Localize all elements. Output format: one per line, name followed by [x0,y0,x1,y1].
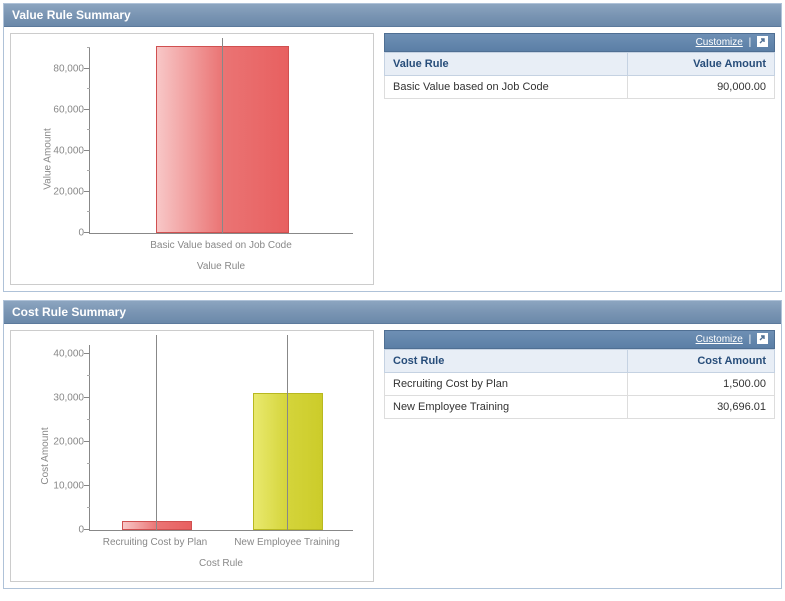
chart-ytick-label: 0 [78,525,84,536]
customize-link[interactable]: Customize [696,334,743,345]
chart-ytick-label: 10,000 [53,480,84,491]
chart-xticks: Cost Rule Recruiting Cost by Plan New Emp… [89,533,353,573]
cell-amount: 90,000.00 [628,76,775,99]
chart-ytick-label: 0 [78,228,84,239]
section-header: Cost Rule Summary [4,301,781,324]
table-toolbar: Customize | [384,33,775,52]
chart-xlabel: Cost Rule [199,558,243,569]
cell-rule: New Employee Training [385,396,628,419]
popout-icon[interactable] [757,334,768,345]
chart-xticks: Value Rule Basic Value based on Job Code [89,236,353,276]
cost-rule-summary-section: Cost Rule Summary Cost Amount 010,00020,… [3,300,782,589]
customize-link[interactable]: Customize [696,37,743,48]
chart-ytick-label: 30,000 [53,392,84,403]
chart-ytick-label: 40,000 [53,348,84,359]
section-body: Value Amount 020,00040,00060,00080,000 V… [4,27,781,291]
chart-ytick-label: 80,000 [53,63,84,74]
chart-plot-area: 020,00040,00060,00080,000 [89,48,353,234]
table-row: Recruiting Cost by Plan1,500.00 [385,373,775,396]
cost-chart: Cost Amount 010,00020,00030,00040,000 Co… [10,330,374,582]
value-table: Value Rule Value Amount Basic Value base… [384,52,775,99]
section-header: Value Rule Summary [4,4,781,27]
cell-amount: 1,500.00 [628,373,775,396]
cell-rule: Basic Value based on Job Code [385,76,628,99]
cost-table-wrap: Customize | Cost Rule Cost Amount Recrui… [384,330,775,582]
value-table-body: Basic Value based on Job Code90,000.00 [385,76,775,99]
popout-icon[interactable] [757,37,768,48]
col-header-amount[interactable]: Value Amount [628,53,775,76]
chart-bar [156,46,290,233]
value-rule-summary-section: Value Rule Summary Value Amount 020,0004… [3,3,782,292]
chart-ytick-label: 20,000 [53,186,84,197]
chart-ytick-label: 60,000 [53,104,84,115]
cell-amount: 30,696.01 [628,396,775,419]
cost-table-body: Recruiting Cost by Plan1,500.00New Emplo… [385,373,775,419]
value-table-wrap: Customize | Value Rule Value Amount Basi… [384,33,775,285]
section-body: Cost Amount 010,00020,00030,00040,000 Co… [4,324,781,588]
table-row: Basic Value based on Job Code90,000.00 [385,76,775,99]
cell-rule: Recruiting Cost by Plan [385,373,628,396]
table-toolbar: Customize | [384,330,775,349]
chart-ytick-label: 20,000 [53,436,84,447]
chart-ylabel: Cost Amount [40,427,51,484]
section-title: Cost Rule Summary [12,305,126,319]
chart-xlabel: Value Rule [197,261,245,272]
chart-xtick-label: New Employee Training [234,537,340,548]
table-row: New Employee Training30,696.01 [385,396,775,419]
col-header-amount[interactable]: Cost Amount [628,350,775,373]
section-title: Value Rule Summary [12,8,131,22]
col-header-rule[interactable]: Cost Rule [385,350,628,373]
value-chart: Value Amount 020,00040,00060,00080,000 V… [10,33,374,285]
chart-plot-area: 010,00020,00030,00040,000 [89,345,353,531]
chart-xtick-label: Recruiting Cost by Plan [103,537,208,548]
chart-ylabel: Value Amount [42,128,53,190]
col-header-rule[interactable]: Value Rule [385,53,628,76]
chart-xtick-label: Basic Value based on Job Code [150,240,292,251]
chart-ytick-label: 40,000 [53,145,84,156]
cost-table: Cost Rule Cost Amount Recruiting Cost by… [384,349,775,419]
